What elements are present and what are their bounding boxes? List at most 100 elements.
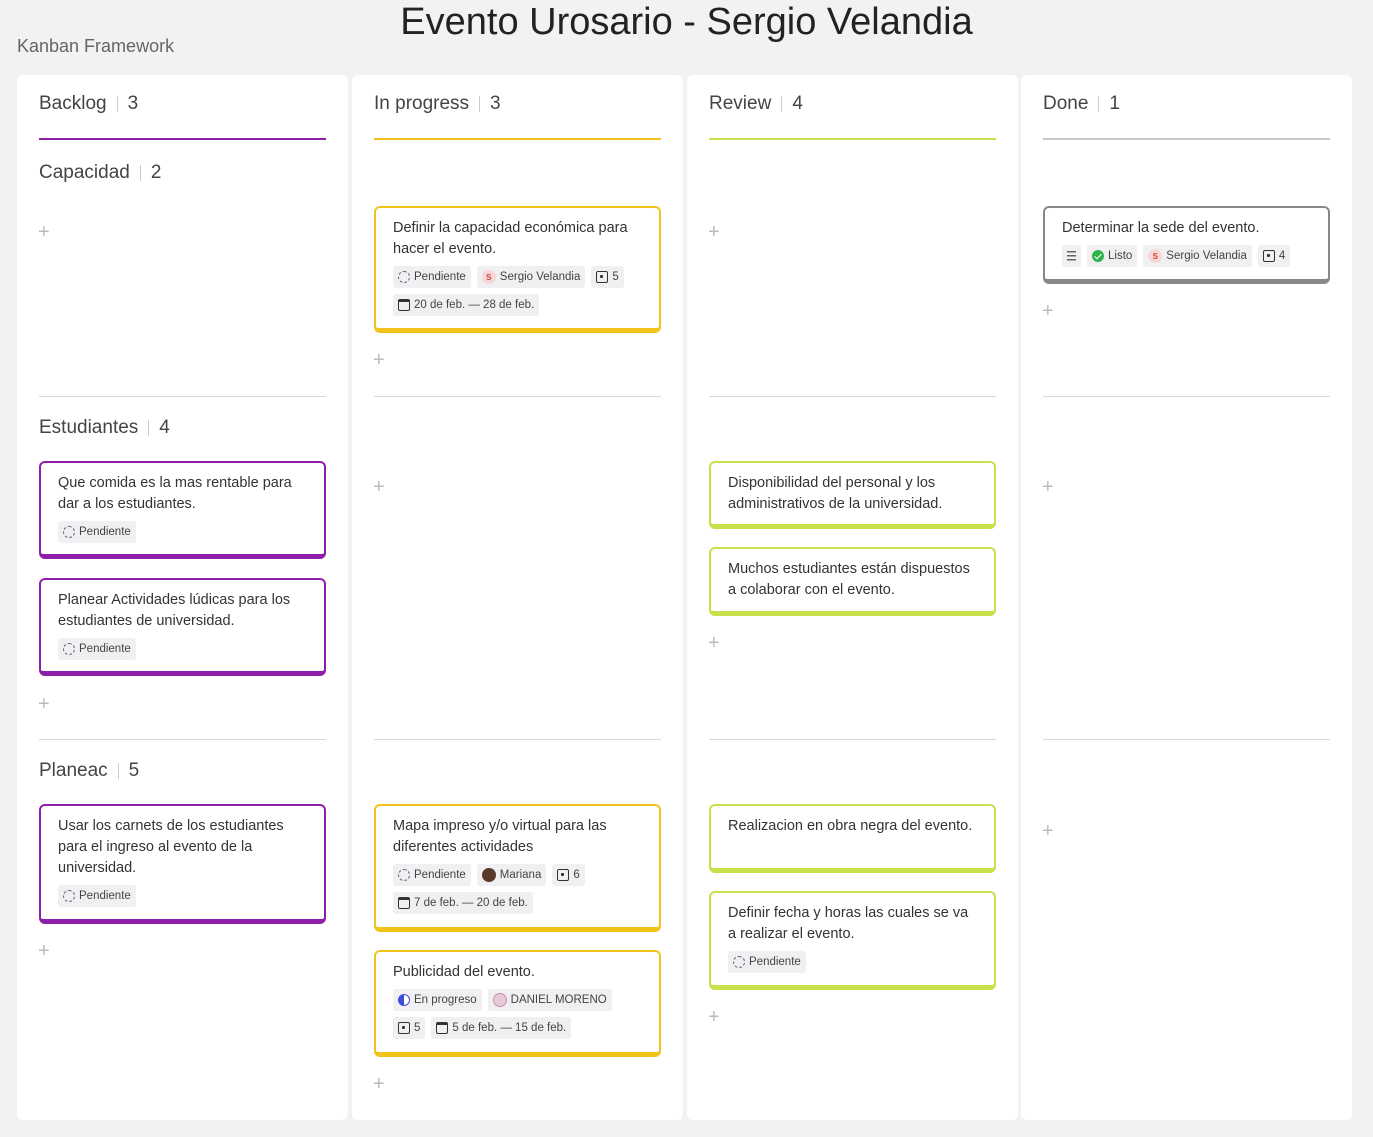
add-card-button[interactable]: +: [38, 941, 50, 961]
column-in-progress: In progress 3 Definir la capacidad económ…: [352, 75, 683, 1120]
group-header-estudiantes[interactable]: Estudiantes 4: [39, 417, 170, 439]
pending-status-icon: [63, 643, 75, 655]
task-card[interactable]: Publicidad del evento. En progreso DANIE…: [374, 950, 661, 1057]
assignee-chip[interactable]: DANIEL MORENO: [487, 989, 612, 1011]
card-title: Que comida es la mas rentable para dar a…: [58, 475, 292, 512]
page-title: Evento Urosario - Sergio Velandia: [400, 1, 973, 43]
group-divider: [709, 396, 996, 397]
column-title: Done: [1043, 93, 1089, 114]
status-chip[interactable]: En progreso: [393, 989, 482, 1011]
column-color-bar: [374, 138, 661, 140]
check-circle-icon: [1092, 250, 1104, 262]
add-card-button[interactable]: +: [1042, 821, 1054, 841]
group-divider: [39, 396, 326, 397]
task-card[interactable]: Mapa impreso y/o virtual para las difere…: [374, 804, 661, 932]
estimate-value: 4: [1278, 250, 1286, 262]
group-divider: [1043, 396, 1330, 397]
description-chip[interactable]: [1062, 245, 1081, 267]
add-card-button[interactable]: +: [38, 222, 50, 242]
add-card-button[interactable]: +: [373, 1074, 385, 1094]
status-label: En progreso: [414, 994, 477, 1006]
column-backlog: Backlog 3 Capacidad 2 + Estudiantes 4 Que c…: [17, 75, 348, 1120]
column-color-bar: [1043, 138, 1330, 140]
column-header[interactable]: In progress 3: [374, 93, 501, 115]
column-color-bar: [709, 138, 996, 140]
status-chip[interactable]: Pendiente: [58, 885, 136, 907]
group-count: 2: [150, 162, 162, 183]
add-card-button[interactable]: +: [708, 1007, 720, 1027]
task-card[interactable]: Muchos estudiantes están dispuestos a co…: [709, 547, 996, 616]
pending-status-icon: [733, 956, 745, 968]
estimate-value: 5: [414, 1022, 421, 1034]
card-title: Realizacion en obra negra del evento.: [728, 818, 973, 834]
pending-status-icon: [63, 890, 75, 902]
status-chip[interactable]: Pendiente: [728, 951, 806, 973]
task-card[interactable]: Usar los carnets de los estudiantes para…: [39, 804, 326, 924]
add-card-button[interactable]: +: [708, 633, 720, 653]
column-header[interactable]: Backlog 3: [39, 93, 138, 115]
add-card-button[interactable]: +: [373, 350, 385, 370]
pending-status-icon: [398, 271, 410, 283]
task-card[interactable]: Definir la capacidad económica para hace…: [374, 206, 661, 333]
estimate-chip[interactable]: 6: [552, 864, 585, 886]
group-title: Capacidad: [39, 162, 130, 183]
assignee-chip[interactable]: S Sergio Velandia: [476, 266, 586, 288]
date-chip[interactable]: 5 de feb. — 15 de feb.: [431, 1017, 572, 1039]
avatar: S: [481, 270, 496, 284]
task-card[interactable]: Disponibilidad del personal y los admini…: [709, 461, 996, 529]
group-header-capacidad[interactable]: Capacidad 2: [39, 162, 161, 184]
avatar: [481, 868, 496, 882]
in-progress-status-icon: [398, 994, 410, 1006]
column-title: In progress: [374, 93, 470, 114]
add-card-button[interactable]: +: [1042, 477, 1054, 497]
column-count: 1: [1109, 93, 1120, 114]
assignee-label: Sergio Velandia: [499, 271, 581, 283]
group-count: 4: [159, 417, 170, 438]
card-title: Determinar la sede del evento.: [1062, 220, 1260, 236]
estimate-chip[interactable]: 5: [591, 266, 624, 288]
group-divider: [39, 739, 326, 740]
status-label: Listo: [1108, 250, 1133, 262]
status-label: Pendiente: [749, 956, 801, 968]
status-label: Pendiente: [79, 526, 131, 538]
status-chip[interactable]: Pendiente: [58, 521, 136, 543]
assignee-chip[interactable]: S Sergio Velandia: [1143, 245, 1252, 267]
estimate-chip[interactable]: 5: [393, 1017, 426, 1039]
description-icon: [1067, 251, 1076, 261]
add-card-button[interactable]: +: [708, 222, 720, 242]
task-card[interactable]: Planear Actividades lúdicas para los est…: [39, 578, 326, 676]
date-range: 7 de feb. — 20 de feb.: [414, 897, 528, 909]
status-label: Pendiente: [79, 643, 131, 655]
calendar-icon: [398, 897, 410, 909]
add-card-button[interactable]: +: [38, 694, 50, 714]
status-chip[interactable]: Pendiente: [58, 638, 136, 660]
estimate-chip[interactable]: 4: [1257, 245, 1291, 267]
status-chip[interactable]: Listo: [1087, 245, 1138, 267]
group-count: 5: [128, 760, 140, 781]
task-card[interactable]: Definir fecha y horas las cuales se va a…: [709, 891, 996, 990]
pending-status-icon: [398, 869, 410, 881]
date-chip[interactable]: 20 de feb. — 28 de feb.: [393, 294, 540, 316]
assignee-label: Mariana: [499, 869, 542, 881]
task-card[interactable]: Que comida es la mas rentable para dar a…: [39, 461, 326, 559]
estimate-value: 6: [573, 869, 580, 881]
assignee-label: Sergio Velandia: [1166, 250, 1247, 262]
card-title: Usar los carnets de los estudiantes para…: [58, 818, 284, 876]
column-header[interactable]: Review 4: [709, 93, 803, 115]
assignee-chip[interactable]: Mariana: [476, 864, 547, 886]
add-card-button[interactable]: +: [373, 477, 385, 497]
task-card[interactable]: Realizacion en obra negra del evento.: [709, 804, 996, 873]
estimate-icon: [1262, 250, 1275, 262]
pending-status-icon: [63, 526, 75, 538]
date-chip[interactable]: 7 de feb. — 20 de feb.: [393, 892, 533, 914]
add-card-button[interactable]: +: [1042, 301, 1054, 321]
status-chip[interactable]: Pendiente: [393, 864, 471, 886]
date-range: 5 de feb. — 15 de feb.: [452, 1022, 567, 1034]
column-review: Review 4 + Disponibilidad del personal y …: [687, 75, 1018, 1120]
group-header-planeac[interactable]: Planeac 5: [39, 760, 139, 782]
card-title: Muchos estudiantes están dispuestos a co…: [728, 561, 970, 598]
column-header[interactable]: Done 1: [1043, 93, 1120, 115]
task-card[interactable]: Determinar la sede del evento. Listo S Se…: [1043, 206, 1330, 284]
group-title: Planeac: [39, 760, 108, 781]
status-chip[interactable]: Pendiente: [393, 266, 471, 288]
